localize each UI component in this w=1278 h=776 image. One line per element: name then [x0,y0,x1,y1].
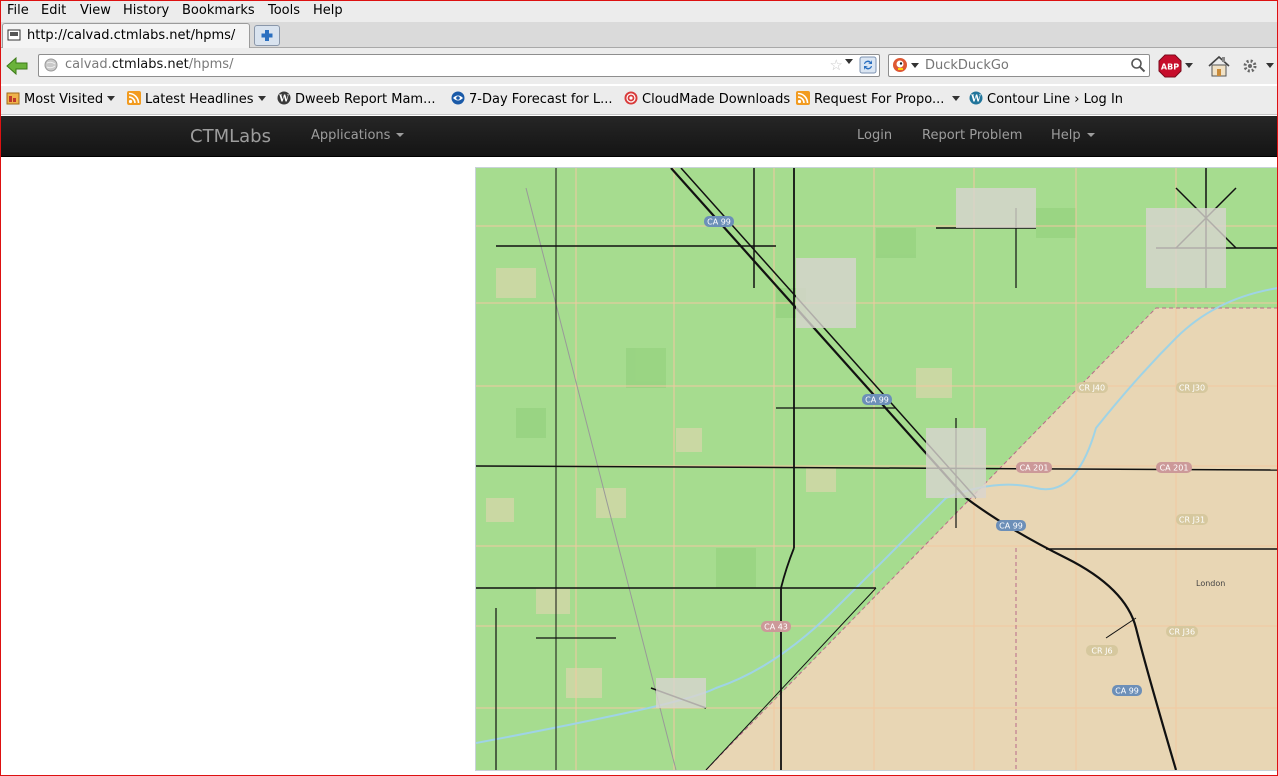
adblock-dropdown-icon[interactable] [1185,63,1193,68]
svg-text:W: W [970,95,982,105]
site-navbar: CTMLabs Applications Login Report Proble… [1,116,1277,157]
chevron-down-icon [396,133,405,137]
login-link[interactable]: Login [857,128,892,143]
bookmark-most-visited[interactable]: Most Visited [6,91,116,109]
gear-dropdown-icon[interactable] [1266,63,1274,68]
shield-ca43: CA 43 [764,623,788,632]
back-arrow-icon[interactable] [5,55,29,77]
new-tab-button[interactable] [254,25,280,46]
menu-file[interactable]: File [7,3,29,18]
chevron-down-icon [107,96,116,101]
shield-ca201: CA 201 [1020,464,1049,473]
search-input[interactable] [923,56,1127,75]
gear-icon[interactable] [1240,56,1262,76]
search-bar[interactable] [888,54,1150,77]
tab-title: http://calvad.ctmlabs.net/hpms/ [27,28,236,43]
cloudmade-icon [624,91,638,105]
shield-ca99: CA 99 [999,522,1023,531]
shield-crj30: CR J30 [1179,384,1205,393]
globe-icon [44,58,58,72]
bookmarks-toolbar: Most Visited Latest Headlines W Dweeb Rep… [0,86,1278,115]
applications-menu[interactable]: Applications [311,128,405,143]
navigation-bar: calvad.ctmlabs.net/hpms/ ☆ [0,48,1278,84]
shield-ca99: CA 99 [865,396,889,405]
noaa-icon [451,91,465,105]
menu-view[interactable]: View [80,3,111,18]
report-problem-link[interactable]: Report Problem [922,128,1022,143]
bookmark-label: 7-Day Forecast for L... [469,92,613,107]
shield-ca99: CA 99 [1115,687,1139,696]
menu-edit[interactable]: Edit [41,3,66,18]
adblock-plus-icon[interactable]: ABP [1158,54,1182,78]
shield-crj36: CR J36 [1169,628,1195,637]
chevron-down-icon [952,96,961,101]
chevron-down-icon [257,96,266,101]
bookmark-label: Most Visited [24,92,104,107]
bookmark-label: Request For Propo... [814,92,945,107]
applications-label: Applications [311,128,391,143]
shield-crj40: CR J40 [1079,384,1105,393]
search-icon[interactable] [1130,57,1146,73]
svg-text:W: W [278,95,290,105]
shield-crj6: CR J6 [1091,647,1112,656]
menu-tools[interactable]: Tools [268,3,300,18]
bookmark-label: Dweeb Report Mam... [295,92,436,107]
bookmark-star-icon[interactable]: ☆ [830,56,843,74]
brand-link[interactable]: CTMLabs [190,126,271,147]
help-menu[interactable]: Help [1051,128,1095,143]
shield-ca201: CA 201 [1160,464,1189,473]
bookmark-label: Contour Line › Log In [987,92,1124,107]
place-label: London [1196,579,1225,588]
url-history-dropdown-icon[interactable] [845,59,853,64]
bookmark-label: Latest Headlines [145,92,254,107]
bookmark-request-for-proposal[interactable]: Request For Propo... [796,91,961,109]
most-visited-icon [6,92,20,105]
shield-ca99: CA 99 [707,218,731,227]
menu-bar: File Edit View History Bookmarks Tools H… [0,0,1278,22]
wordpress-icon: W [969,91,983,105]
menu-bookmarks[interactable]: Bookmarks [182,3,255,18]
menu-history[interactable]: History [123,3,169,18]
svg-text:ABP: ABP [1161,63,1179,72]
reload-icon[interactable] [859,56,877,74]
help-label: Help [1051,128,1081,143]
rss-icon [127,91,141,105]
hpms-map[interactable]: CA 99 CA 99 CA 99 CA 99 CA 43 CA 201 CA … [475,167,1278,771]
tab-hpms[interactable]: http://calvad.ctmlabs.net/hpms/ [2,23,250,48]
menu-help[interactable]: Help [313,3,343,18]
page-icon [7,29,21,41]
wordpress-icon: W [277,91,291,105]
shield-crj31: CR J31 [1179,516,1205,525]
tab-strip: http://calvad.ctmlabs.net/hpms/ [0,22,1278,48]
bookmark-forecast[interactable]: 7-Day Forecast for L... [451,91,613,109]
bookmark-cloudmade[interactable]: CloudMade Downloads [624,91,790,109]
bookmark-label: CloudMade Downloads [642,92,791,107]
url-text: calvad.ctmlabs.net/hpms/ [65,57,234,72]
url-bar[interactable]: calvad.ctmlabs.net/hpms/ ☆ [38,54,880,77]
search-engine-dropdown-icon[interactable] [911,63,919,68]
rss-icon [796,91,810,105]
chevron-down-icon [1086,133,1095,137]
bookmark-latest-headlines[interactable]: Latest Headlines [127,91,266,109]
bookmark-dweeb-report[interactable]: W Dweeb Report Mam... [277,91,436,109]
bookmark-contour-line[interactable]: W Contour Line › Log In [969,91,1123,109]
plus-icon [261,30,273,41]
duckduckgo-icon[interactable] [892,57,908,73]
home-icon[interactable] [1207,54,1231,78]
map-canvas[interactable]: CA 99 CA 99 CA 99 CA 99 CA 43 CA 201 CA … [476,168,1278,770]
